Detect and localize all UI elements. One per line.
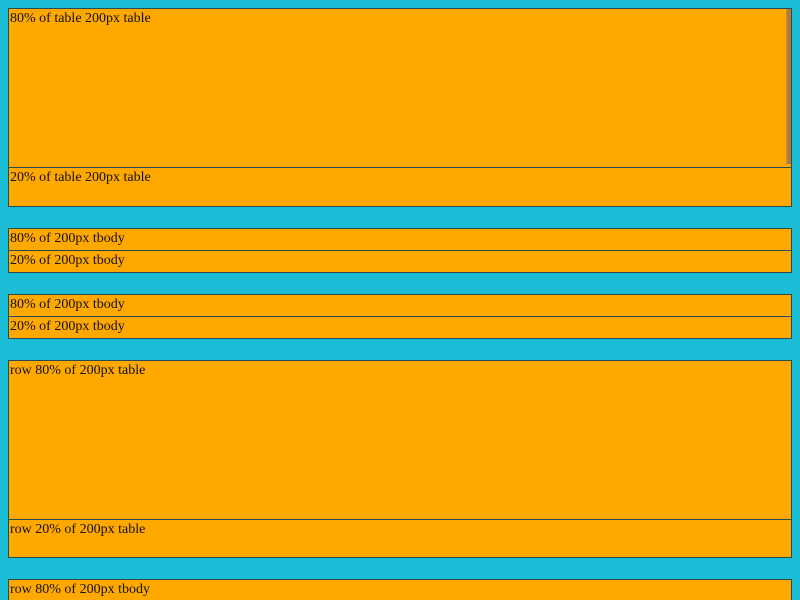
table-cell: 20% of 200px tbody xyxy=(9,316,791,338)
table-cell: row 80% of 200px table xyxy=(9,361,791,519)
table-row-percent-of-tbody: row 80% of 200px tbody xyxy=(8,579,792,600)
cell-label: 20% of table 200px table xyxy=(10,170,151,185)
table-cell: 20% of table 200px table xyxy=(9,167,791,206)
table-cell: 80% of table 200px table xyxy=(9,9,791,167)
cell-label: row 20% of 200px table xyxy=(10,522,146,537)
table-percent-of-tbody: 80% of 200px tbody 20% of 200px tbody xyxy=(8,294,792,339)
cell-label: 80% of table 200px table xyxy=(10,11,151,26)
table-cell: 80% of 200px tbody xyxy=(9,295,791,316)
cell-label: row 80% of 200px table xyxy=(10,363,146,378)
table-cell: 20% of 200px tbody xyxy=(9,250,791,272)
table-cell: 80% of 200px tbody xyxy=(9,229,791,250)
table-cell: row 20% of 200px table xyxy=(9,519,791,557)
table-row-percent-of-table: row 80% of 200px table row 20% of 200px … xyxy=(8,360,792,558)
cell-label: 20% of 200px tbody xyxy=(10,319,125,334)
table-cell: row 80% of 200px tbody xyxy=(9,580,791,600)
cell-label: 20% of 200px tbody xyxy=(10,253,125,268)
cell-label: 80% of 200px tbody xyxy=(10,231,125,246)
cell-label: row 80% of 200px tbody xyxy=(10,582,150,597)
cell-label: 80% of 200px tbody xyxy=(10,297,125,312)
table-percent-of-tbody: 80% of 200px tbody 20% of 200px tbody xyxy=(8,228,792,273)
table-percent-of-table: 80% of table 200px table 20% of table 20… xyxy=(8,8,792,207)
cell-edge-strip xyxy=(786,9,791,164)
